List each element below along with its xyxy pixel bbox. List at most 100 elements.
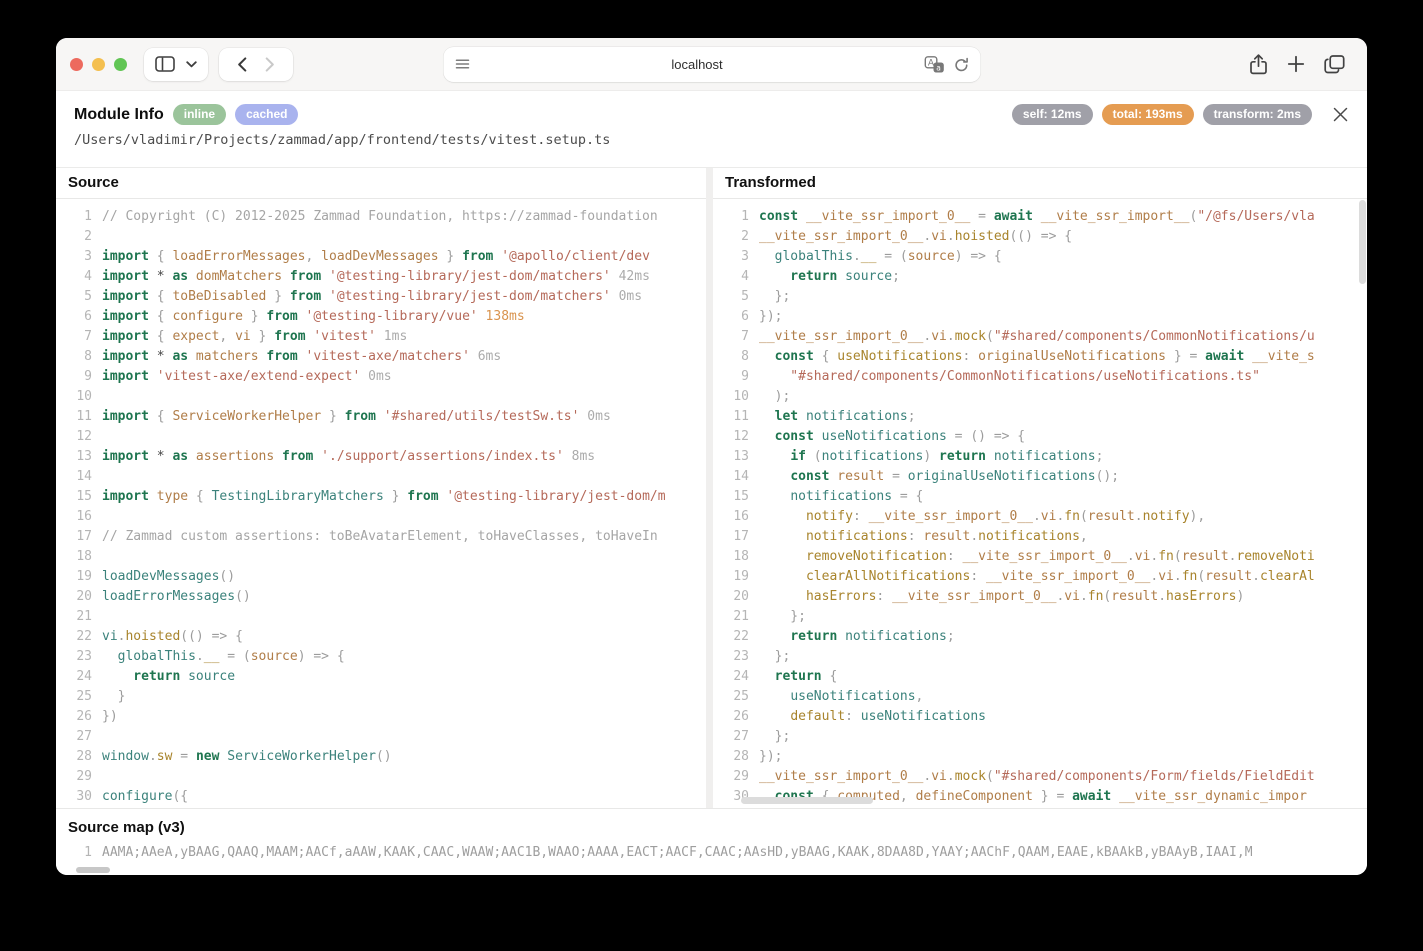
line-number: 25: [56, 687, 102, 707]
horizontal-scrollbar-thumb[interactable]: [741, 797, 873, 804]
code-token: =: [884, 469, 907, 484]
code-token: './support/assertions/index.ts': [313, 449, 563, 464]
vertical-scrollbar-thumb[interactable]: [1359, 200, 1366, 284]
reader-lines-icon[interactable]: [454, 58, 470, 72]
code-token: vi: [1041, 509, 1057, 524]
code-token: clearAllNotifications: [806, 569, 970, 584]
code-token: default: [790, 709, 845, 724]
code-text: }): [102, 707, 706, 727]
page-title: Module Info: [74, 106, 164, 124]
code-token: fn: [1088, 589, 1104, 604]
tab-overview-icon[interactable]: [1324, 55, 1345, 74]
transformed-code-view[interactable]: 1const __vite_ssr_import_0__ = await __v…: [713, 199, 1367, 808]
translate-icon[interactable]: Aa: [924, 56, 944, 73]
sidebar-icon[interactable]: [155, 56, 175, 72]
code-token: loadErrorMessages: [172, 249, 305, 264]
line-number: 22: [56, 627, 102, 647]
code-token: }: [251, 329, 274, 344]
code-line: 15import type { TestingLibraryMatchers }…: [56, 487, 706, 507]
code-token: window: [102, 749, 149, 764]
code-line: 29__vite_ssr_import_0__.vi.mock("#shared…: [713, 767, 1367, 787]
code-line: 18 removeNotification: __vite_ssr_import…: [713, 547, 1367, 567]
code-token: ,: [219, 329, 235, 344]
code-token: [759, 709, 790, 724]
line-number: 24: [713, 667, 759, 687]
code-token: 8ms: [564, 449, 595, 464]
code-token: assertions: [188, 449, 274, 464]
address-bar[interactable]: localhost Aa: [443, 47, 980, 82]
code-token: } =: [1033, 789, 1072, 804]
code-token: [759, 589, 806, 604]
code-token: from: [259, 349, 298, 364]
code-token: ServiceWorkerHelper: [219, 749, 376, 764]
code-text: "#shared/components/CommonNotifications/…: [759, 367, 1367, 387]
close-icon[interactable]: [1329, 103, 1351, 125]
code-text: import * as assertions from './support/a…: [102, 447, 706, 467]
code-token: :: [947, 549, 963, 564]
chevron-down-icon[interactable]: [186, 61, 197, 68]
code-token: [759, 689, 790, 704]
code-line: 24 return source: [56, 667, 706, 687]
code-line: 9 "#shared/components/CommonNotification…: [713, 367, 1367, 387]
code-token: }): [102, 709, 118, 724]
code-token: configure: [172, 309, 242, 324]
code-token: fn: [1182, 569, 1198, 584]
code-line: 25 }: [56, 687, 706, 707]
code-line: 3 globalThis.__ = (source) => {: [713, 247, 1367, 267]
code-line: 17 notifications: result.notifications,: [713, 527, 1367, 547]
window-zoom-button[interactable]: [114, 58, 127, 71]
code-token: notifications: [978, 529, 1080, 544]
code-token: notifications: [822, 449, 924, 464]
code-token: fn: [1064, 509, 1080, 524]
code-token: ;: [947, 629, 955, 644]
code-text: import * as matchers from 'vitest-axe/ma…: [102, 347, 706, 367]
code-line: 28window.sw = new ServiceWorkerHelper(): [56, 747, 706, 767]
module-info-header: Module Info inlinecached self: 12mstotal…: [56, 91, 1367, 167]
code-token: loadErrorMessages: [102, 589, 235, 604]
url-text: localhost: [470, 57, 924, 72]
code-text: };: [759, 727, 1367, 747]
code-token: useNotifications: [837, 349, 962, 364]
code-token: import: [102, 329, 149, 344]
code-text: });: [759, 747, 1367, 767]
code-token: 0ms: [611, 289, 642, 304]
code-token: *: [149, 449, 172, 464]
code-text: import * as domMatchers from '@testing-l…: [102, 267, 706, 287]
code-token: const: [759, 209, 798, 224]
code-text: window.sw = new ServiceWorkerHelper(): [102, 747, 706, 767]
line-number: 27: [56, 727, 102, 747]
code-text: import { loadErrorMessages, loadDevMessa…: [102, 247, 706, 267]
new-tab-icon[interactable]: [1287, 55, 1305, 73]
code-token: notifications: [798, 409, 908, 424]
code-token: = () => {: [947, 429, 1025, 444]
code-token: as: [172, 269, 188, 284]
code-line: 16 notify: __vite_ssr_import_0__.vi.fn(r…: [713, 507, 1367, 527]
code-token: :: [908, 529, 924, 544]
code-text: import { toBeDisabled } from '@testing-l…: [102, 287, 706, 307]
code-text: [102, 227, 706, 247]
code-token: 0ms: [579, 409, 610, 424]
reload-icon[interactable]: [953, 57, 969, 73]
code-token: [759, 349, 775, 364]
code-token: import: [102, 289, 149, 304]
share-icon[interactable]: [1249, 53, 1268, 75]
source-code-view[interactable]: 1// Copyright (C) 2012-2025 Zammad Found…: [56, 199, 706, 808]
sourcemap-scrollbar-thumb[interactable]: [76, 867, 110, 873]
code-line: 30configure({: [56, 787, 706, 807]
forward-icon[interactable]: [265, 57, 275, 72]
code-token: [759, 509, 806, 524]
code-token: (: [986, 329, 994, 344]
code-line: 25 useNotifications,: [713, 687, 1367, 707]
code-token: from: [290, 289, 321, 304]
window-minimize-button[interactable]: [92, 58, 105, 71]
code-text: notify: __vite_ssr_import_0__.vi.fn(resu…: [759, 507, 1367, 527]
code-text: return {: [759, 667, 1367, 687]
code-text: let notifications;: [759, 407, 1367, 427]
code-text: removeNotification: __vite_ssr_import_0_…: [759, 547, 1367, 567]
code-token: notify: [1143, 509, 1190, 524]
code-text: loadDevMessages(): [102, 567, 706, 587]
window-close-button[interactable]: [70, 58, 83, 71]
line-number: 12: [713, 427, 759, 447]
back-icon[interactable]: [237, 57, 247, 72]
code-token: }: [266, 289, 289, 304]
